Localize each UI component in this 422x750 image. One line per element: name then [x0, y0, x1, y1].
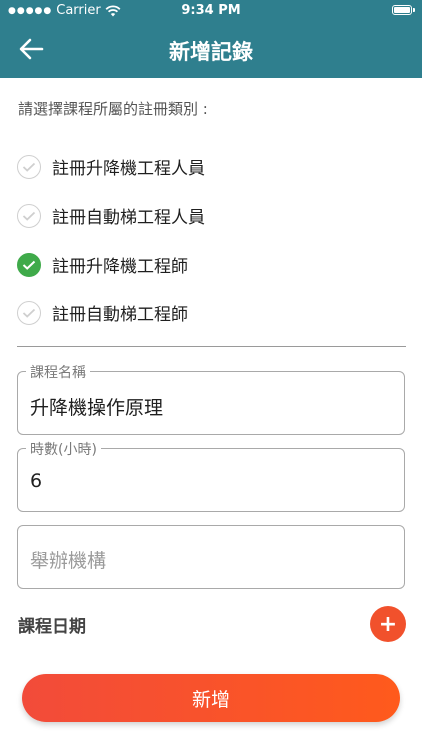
category-label: 註冊升降機工程人員 — [52, 159, 205, 179]
category-prompt: 請選擇課程所屬的註冊類別 : — [18, 100, 208, 118]
course-name-label: 課程名稱 — [26, 362, 90, 382]
category-option-lift-engineer[interactable]: 註冊升降機工程師 — [17, 252, 188, 277]
hours-value: 6 — [30, 470, 43, 492]
app-header: ●●●●● Carrier 9:34 PM 新增記錄 — [0, 0, 422, 78]
category-label: 註冊自動梯工程師 — [52, 305, 188, 325]
hours-field[interactable]: 時數(小時) 6 — [17, 439, 405, 512]
plus-icon: + — [378, 611, 398, 637]
status-time: 9:34 PM — [181, 3, 241, 18]
organizer-field[interactable]: 舉辦機構 — [17, 525, 405, 589]
status-bar: ●●●●● Carrier 9:34 PM — [0, 0, 422, 22]
course-name-value: 升降機操作原理 — [30, 397, 164, 419]
category-option-lift-worker[interactable]: 註冊升降機工程人員 — [17, 154, 205, 179]
hours-label: 時數(小時) — [26, 439, 101, 459]
check-circle-icon — [17, 300, 41, 325]
organizer-placeholder: 舉辦機構 — [30, 550, 107, 572]
category-option-escalator-engineer[interactable]: 註冊自動梯工程師 — [17, 300, 188, 325]
check-circle-icon — [17, 154, 41, 179]
add-date-button[interactable]: + — [370, 606, 406, 642]
category-label: 註冊升降機工程師 — [52, 257, 188, 277]
submit-label: 新增 — [191, 688, 230, 711]
battery-icon — [392, 5, 415, 15]
check-circle-filled-icon — [17, 252, 41, 277]
category-option-escalator-worker[interactable]: 註冊自動梯工程人員 — [17, 203, 205, 228]
check-circle-icon — [17, 203, 41, 228]
category-label: 註冊自動梯工程人員 — [52, 208, 205, 228]
course-date-label: 課程日期 — [18, 617, 86, 637]
submit-button[interactable]: 新增 — [22, 674, 400, 722]
divider — [17, 346, 406, 347]
page-title: 新增記錄 — [169, 40, 253, 64]
course-name-field[interactable]: 課程名稱 升降機操作原理 — [17, 362, 405, 435]
